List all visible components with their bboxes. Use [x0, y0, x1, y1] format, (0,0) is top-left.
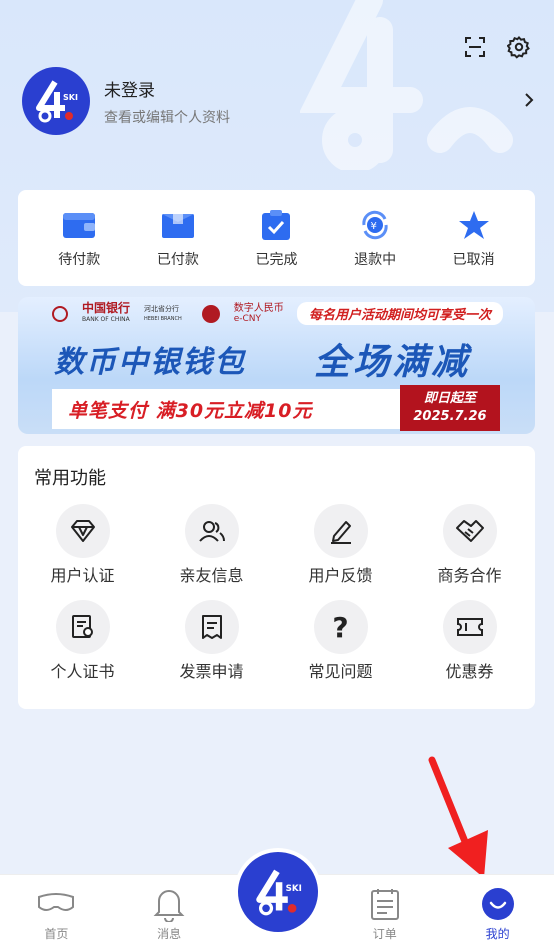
profile-subtitle: 查看或编辑个人资料	[104, 109, 230, 126]
promo-banner[interactable]: 中国银行 BANK OF CHINA 河北省分行 HEBEI BRANCH 数字…	[18, 297, 535, 434]
func-label: 优惠券	[445, 662, 494, 681]
order-paid[interactable]: 已付款	[138, 207, 218, 269]
bank-branch-en: HEBEI BRANCH	[144, 316, 182, 322]
svg-text:¥: ¥	[371, 221, 377, 232]
app-logo-icon: SKI	[36, 80, 78, 123]
order-label: 已取消	[452, 252, 495, 268]
question-icon: ?	[313, 600, 368, 654]
tab-label: 订单	[372, 927, 397, 941]
tab-label: 首页	[44, 927, 69, 941]
receipt-icon	[184, 600, 239, 654]
star-icon	[456, 207, 492, 243]
func-personal-certificate[interactable]: 个人证书	[18, 600, 147, 682]
func-label: 商务合作	[437, 566, 502, 585]
app-logo-icon: SKI	[256, 869, 302, 916]
func-label: 用户反馈	[308, 566, 373, 585]
certificate-icon	[55, 600, 110, 654]
order-pending-payment[interactable]: 待付款	[39, 207, 119, 269]
order-label: 已完成	[255, 252, 298, 268]
tab-orders[interactable]: 订单	[340, 885, 430, 942]
tab-mine[interactable]: 我的	[453, 885, 543, 942]
order-label: 退款中	[354, 252, 397, 268]
func-business-cooperation[interactable]: 商务合作	[405, 504, 534, 586]
box-icon	[160, 207, 196, 243]
order-refunding[interactable]: ¥ 退款中	[335, 207, 415, 269]
func-faq[interactable]: ? 常见问题	[276, 600, 405, 682]
order-cancelled[interactable]: 已取消	[434, 207, 514, 269]
avatar[interactable]: SKI	[22, 67, 90, 135]
bank-branch: 河北省分行	[144, 305, 180, 313]
func-invoice-request[interactable]: 发票申请	[147, 600, 276, 682]
ecny-name: 数字人民币	[233, 303, 284, 314]
banner-notice: 每名用户活动期间均可享受一次	[296, 302, 503, 325]
ecny-name-en: e-CNY	[233, 314, 262, 324]
profile-row[interactable]: SKI 未登录 查看或编辑个人资料	[22, 67, 542, 135]
banner-date-line2: 2025.7.26	[413, 409, 487, 424]
profile-name: 未登录	[104, 80, 155, 101]
diamond-icon	[55, 504, 110, 558]
order-label: 待付款	[58, 252, 101, 268]
center-ski-button[interactable]: SKI	[238, 852, 318, 932]
func-user-feedback[interactable]: 用户反馈	[276, 504, 405, 586]
bank-name-en: BANK OF CHINA	[82, 316, 130, 323]
pen-icon	[313, 504, 368, 558]
bell-icon	[153, 885, 185, 923]
bank-name: 中国银行	[82, 301, 131, 315]
func-family-info[interactable]: 亲友信息	[147, 504, 276, 586]
red-arrow-annotation-icon	[428, 756, 488, 878]
common-functions-card: 常用功能 用户认证 亲友信息 用户反馈 商务合作 个人证书 发票申请 ? 常见问…	[18, 446, 535, 709]
banner-date-badge: 即日起至 2025.7.26	[400, 385, 500, 431]
order-label: 已付款	[156, 252, 199, 268]
section-title: 常用功能	[34, 468, 106, 489]
svg-text:SKI: SKI	[63, 93, 78, 102]
svg-text:SKI: SKI	[286, 884, 302, 894]
clipboard-check-icon	[258, 207, 294, 243]
func-label: 用户认证	[50, 566, 115, 585]
chevron-right-icon[interactable]	[522, 90, 536, 110]
func-coupons[interactable]: 优惠券	[405, 600, 534, 682]
coupon-icon	[442, 600, 497, 654]
func-label: 发票申请	[179, 662, 244, 681]
func-user-verification[interactable]: 用户认证	[18, 504, 147, 586]
tab-home[interactable]: 首页	[11, 885, 101, 942]
banner-headline: 全场满减	[314, 342, 471, 383]
wallet-icon	[61, 207, 97, 243]
banner-title: 数币中银钱包	[54, 345, 246, 380]
order-status-card: 待付款 已付款 已完成 ¥ 退款中 已取消	[18, 190, 535, 286]
bank-of-china-logo-icon	[52, 306, 68, 322]
banner-date-line1: 即日起至	[423, 391, 476, 406]
handshake-icon	[442, 504, 497, 558]
order-completed[interactable]: 已完成	[236, 207, 316, 269]
users-icon	[184, 504, 239, 558]
ecny-logo-icon	[201, 305, 220, 323]
tab-messages[interactable]: 消息	[124, 885, 214, 942]
order-list-icon	[369, 885, 401, 923]
ski-goggles-icon	[36, 885, 76, 923]
smile-profile-icon	[481, 885, 514, 923]
func-label: 亲友信息	[179, 566, 244, 585]
banner-offer: 单笔支付 满30元立减10元	[52, 389, 400, 429]
func-label: 个人证书	[50, 662, 115, 681]
tab-label: 消息	[157, 927, 182, 941]
settings-gear-icon[interactable]	[506, 34, 532, 60]
func-label: 常见问题	[308, 662, 373, 681]
scan-icon[interactable]	[462, 34, 488, 60]
tab-label: 我的	[485, 927, 510, 941]
refund-icon: ¥	[357, 207, 393, 243]
